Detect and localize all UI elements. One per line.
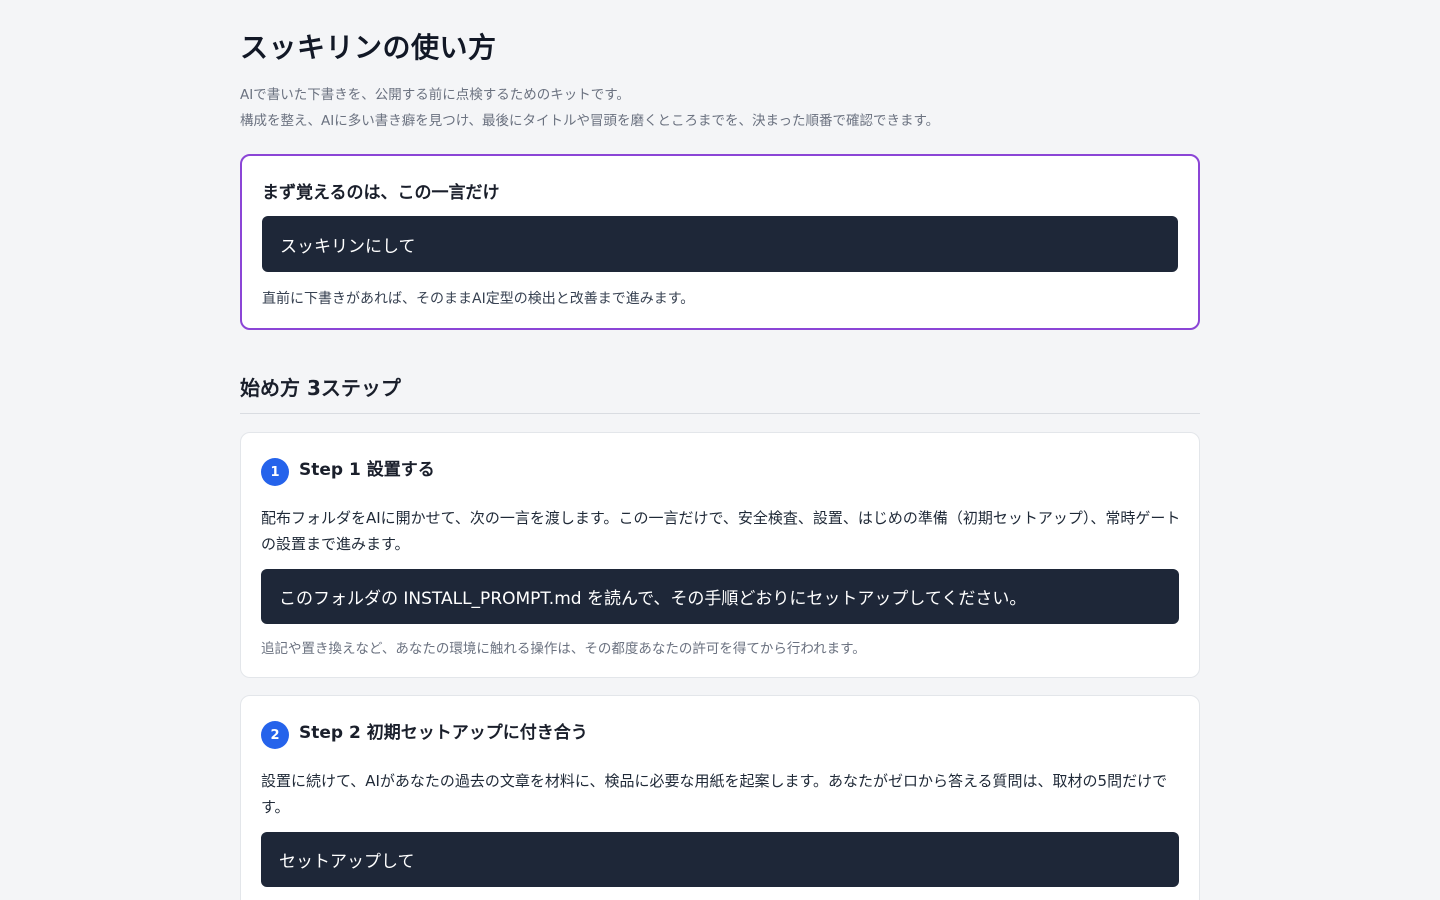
step-number-badge: 2 xyxy=(261,721,289,749)
lead-line-1: AIで書いた下書きを、公開する前に点検するためのキットです。 xyxy=(240,87,630,103)
steps-section-title: 始め方 3ステップ xyxy=(240,376,401,400)
lead-line-2: 構成を整え、AIに多い書き癖を見つけ、最後にタイトルや冒頭を磨くところまでを、決… xyxy=(240,113,940,129)
key-phrase-command[interactable]: スッキリンにして xyxy=(262,216,1178,272)
lead-text: AIで書いた下書きを、公開する前に点検するためのキットです。 構成を整え、AIに… xyxy=(240,82,939,134)
page-title: スッキリンの使い方 xyxy=(240,31,497,64)
step-note: 追記や置き換えなど、あなたの環境に触れる操作は、その都度あなたの許可を得てから行… xyxy=(261,641,866,657)
section-divider xyxy=(240,413,1200,414)
key-phrase-card: まず覚えるのは、この一言だけ スッキリンにして 直前に下書きがあれば、そのままA… xyxy=(240,154,1200,330)
step-card-1: 1 Step 1 設置する 配布フォルダをAIに開かせて、次の一言を渡します。こ… xyxy=(240,432,1200,678)
step-command[interactable]: セットアップして xyxy=(261,832,1179,887)
key-phrase-note: 直前に下書きがあれば、そのままAI定型の検出と改善まで進みます。 xyxy=(262,291,695,307)
step-command[interactable]: このフォルダの INSTALL_PROMPT.md を読んで、その手順どおりにセ… xyxy=(261,569,1179,624)
step-card-2: 2 Step 2 初期セットアップに付き合う 設置に続けて、AIがあなたの過去の… xyxy=(240,695,1200,900)
step-title: Step 2 初期セットアップに付き合う xyxy=(299,723,588,743)
step-description: 配布フォルダをAIに開かせて、次の一言を渡します。この一言だけで、安全検査、設置… xyxy=(261,509,1181,553)
step-description: 設置に続けて、AIがあなたの過去の文章を材料に、検品に必要な用紙を起案します。あ… xyxy=(261,772,1168,816)
key-phrase-heading: まず覚えるのは、この一言だけ xyxy=(262,183,500,203)
step-number-badge: 1 xyxy=(261,458,289,486)
step-title: Step 1 設置する xyxy=(299,460,435,480)
